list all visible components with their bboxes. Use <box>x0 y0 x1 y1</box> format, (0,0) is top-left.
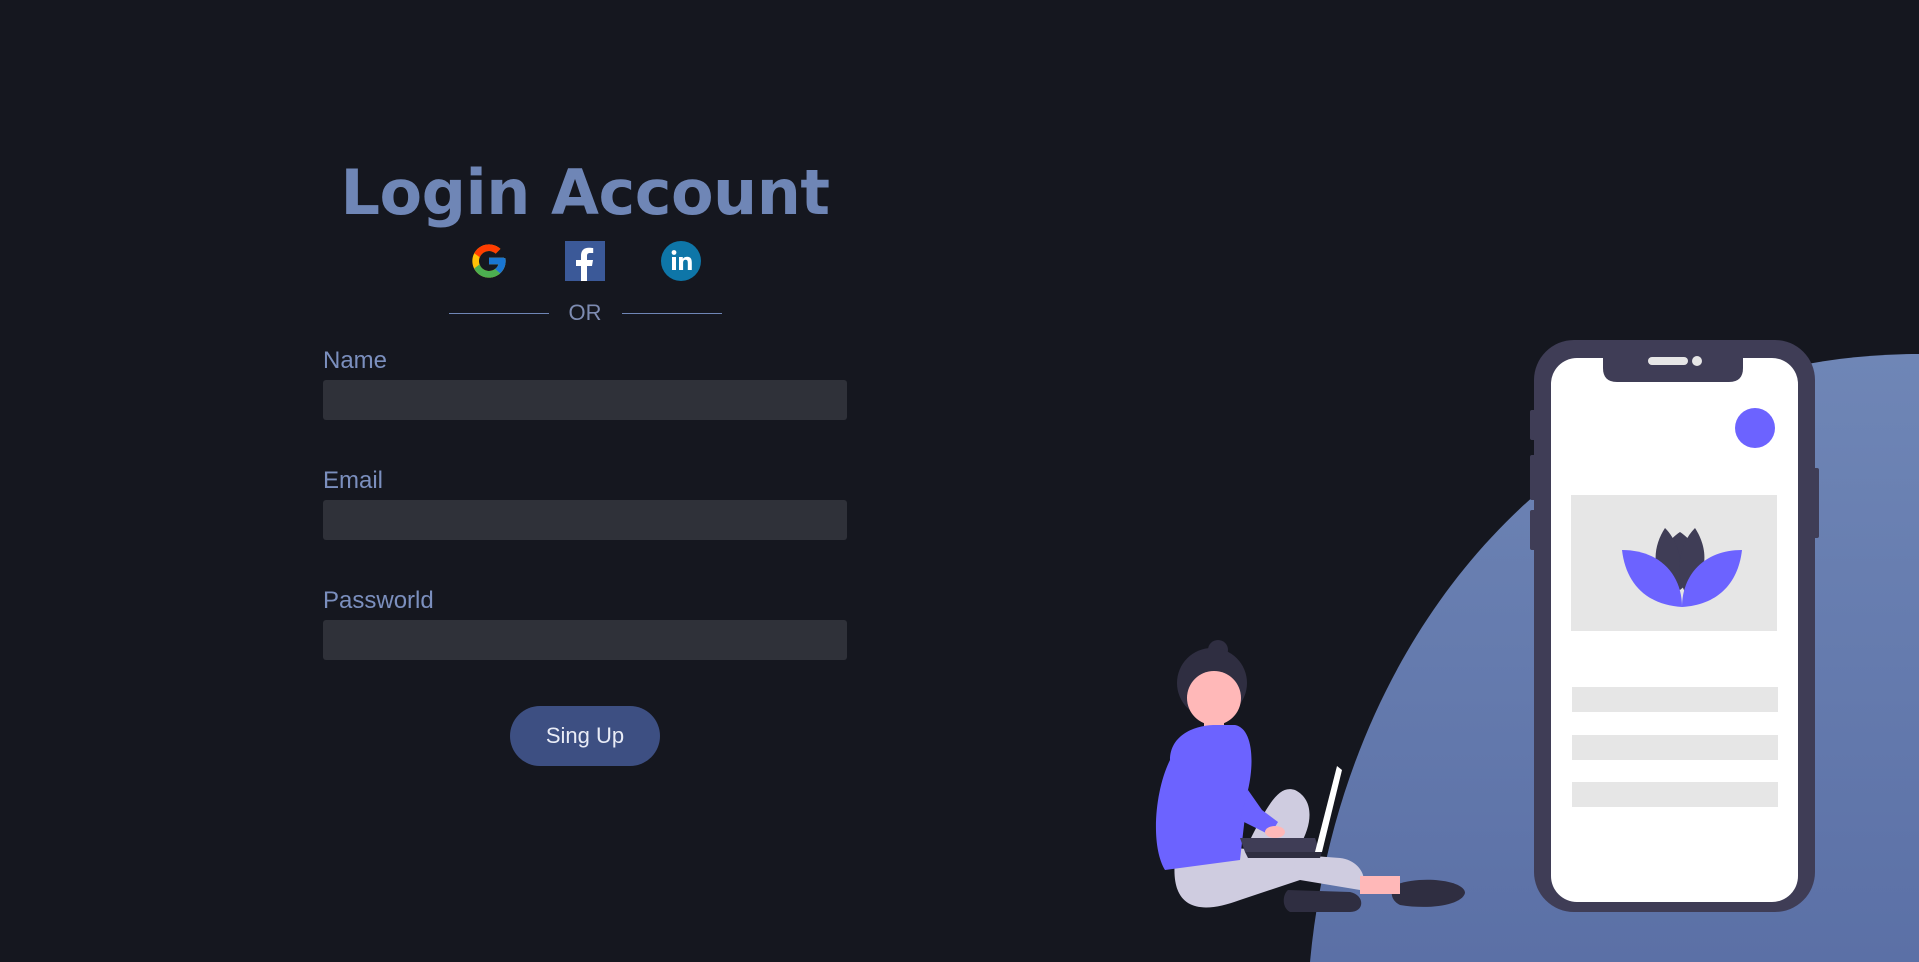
name-input[interactable] <box>323 380 847 420</box>
email-input[interactable] <box>323 500 847 540</box>
password-label: Passworld <box>323 587 434 614</box>
name-label: Name <box>323 347 388 374</box>
email-field-group: Email <box>323 466 847 540</box>
name-field-group: Name <box>323 346 847 420</box>
password-field-group: Passworld <box>323 586 847 660</box>
illustration <box>1155 340 1919 962</box>
or-label: OR <box>568 300 602 325</box>
page-title: Login Account <box>340 156 830 229</box>
password-input[interactable] <box>323 620 847 660</box>
login-form: Login Account OR Name Email Passworld Si… <box>323 150 847 766</box>
login-page: Login Account OR Name Email Passworld Si… <box>0 0 1919 962</box>
phone-illustration <box>1530 340 1819 912</box>
divider-line-left <box>448 312 549 314</box>
submit-row: Sing Up <box>323 706 847 766</box>
facebook-icon <box>565 241 605 281</box>
or-divider: OR <box>323 298 847 328</box>
social-login-row <box>323 240 847 282</box>
facebook-login-button[interactable] <box>564 240 606 282</box>
sign-up-button[interactable]: Sing Up <box>510 706 660 766</box>
linkedin-icon <box>661 241 701 281</box>
google-login-button[interactable] <box>468 240 510 282</box>
google-icon <box>472 244 506 278</box>
email-label: Email <box>323 467 384 494</box>
divider-line-right <box>621 312 722 314</box>
linkedin-login-button[interactable] <box>660 240 702 282</box>
